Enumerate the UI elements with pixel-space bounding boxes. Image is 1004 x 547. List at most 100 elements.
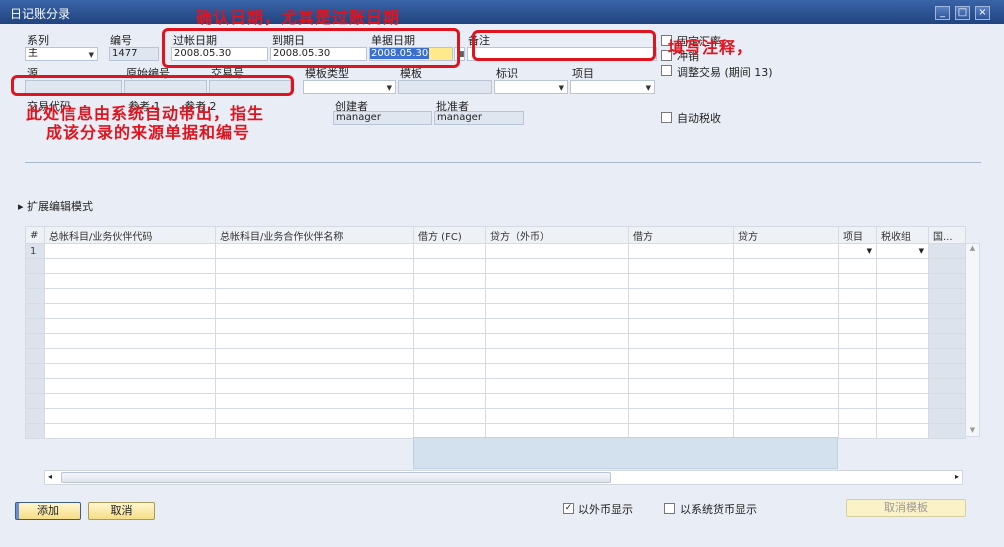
- table-cell[interactable]: [876, 363, 929, 379]
- table-cell[interactable]: [44, 333, 216, 349]
- table-cell[interactable]: [485, 318, 629, 334]
- table-cell[interactable]: [44, 378, 216, 394]
- table-cell[interactable]: [838, 348, 877, 364]
- table-cell[interactable]: [628, 393, 734, 409]
- table-cell[interactable]: [733, 288, 839, 304]
- table-cell[interactable]: [928, 288, 966, 304]
- table-cell[interactable]: [215, 378, 414, 394]
- table-cell[interactable]: [928, 258, 966, 274]
- table-cell[interactable]: [44, 408, 216, 424]
- table-row[interactable]: [25, 333, 966, 349]
- table-cell[interactable]: [876, 258, 929, 274]
- table-cell[interactable]: [928, 393, 966, 409]
- table-cell[interactable]: [628, 348, 734, 364]
- template-type-select[interactable]: [303, 80, 396, 94]
- table-cell[interactable]: [44, 303, 216, 319]
- table-cell[interactable]: [928, 408, 966, 424]
- close-button[interactable]: ×: [975, 6, 990, 20]
- table-cell[interactable]: [838, 273, 877, 289]
- table-cell[interactable]: [928, 243, 966, 259]
- table-cell[interactable]: [838, 363, 877, 379]
- table-row[interactable]: [25, 408, 966, 424]
- table-cell[interactable]: [733, 348, 839, 364]
- table-cell[interactable]: [215, 363, 414, 379]
- table-cell[interactable]: [413, 318, 486, 334]
- table-cell[interactable]: [485, 408, 629, 424]
- table-cell[interactable]: [628, 363, 734, 379]
- table-cell[interactable]: [876, 288, 929, 304]
- auto-tax-checkbox[interactable]: [661, 112, 672, 123]
- table-cell[interactable]: [215, 318, 414, 334]
- table-cell[interactable]: [215, 288, 414, 304]
- column-header[interactable]: 贷方（外币）: [485, 226, 629, 244]
- table-cell[interactable]: [928, 348, 966, 364]
- table-cell[interactable]: [413, 393, 486, 409]
- table-cell[interactable]: [628, 258, 734, 274]
- table-cell[interactable]: [485, 288, 629, 304]
- table-cell[interactable]: [628, 408, 734, 424]
- table-cell[interactable]: [485, 348, 629, 364]
- table-cell[interactable]: [928, 303, 966, 319]
- table-cell[interactable]: [838, 423, 877, 439]
- add-button[interactable]: 添加: [15, 502, 81, 520]
- table-cell[interactable]: [44, 393, 216, 409]
- scroll-right-icon[interactable]: ▸: [955, 472, 959, 481]
- table-cell[interactable]: [733, 303, 839, 319]
- table-cell[interactable]: [413, 363, 486, 379]
- table-cell[interactable]: [215, 393, 414, 409]
- dropdown-cell[interactable]: ▼: [838, 243, 877, 259]
- table-cell[interactable]: [44, 348, 216, 364]
- table-cell[interactable]: [44, 318, 216, 334]
- table-cell[interactable]: [876, 393, 929, 409]
- table-row[interactable]: [25, 378, 966, 394]
- table-cell[interactable]: [733, 273, 839, 289]
- table-cell[interactable]: [485, 333, 629, 349]
- table-row[interactable]: [25, 273, 966, 289]
- table-cell[interactable]: [215, 348, 414, 364]
- table-cell[interactable]: [733, 258, 839, 274]
- table-cell[interactable]: [838, 288, 877, 304]
- show-sys-checkbox[interactable]: [664, 503, 675, 514]
- table-cell[interactable]: [876, 273, 929, 289]
- maximize-button[interactable]: □: [955, 6, 970, 20]
- table-cell[interactable]: [413, 378, 486, 394]
- table-cell[interactable]: [733, 378, 839, 394]
- table-cell[interactable]: [928, 378, 966, 394]
- table-cell[interactable]: [838, 393, 877, 409]
- table-cell[interactable]: [838, 303, 877, 319]
- table-cell[interactable]: [838, 408, 877, 424]
- table-cell[interactable]: [928, 363, 966, 379]
- table-row[interactable]: [25, 318, 966, 334]
- table-cell[interactable]: [628, 333, 734, 349]
- table-cell[interactable]: [44, 363, 216, 379]
- table-cell[interactable]: [215, 303, 414, 319]
- scroll-thumb[interactable]: [61, 472, 611, 483]
- table-cell[interactable]: [215, 258, 414, 274]
- table-cell[interactable]: [733, 318, 839, 334]
- table-cell[interactable]: [628, 303, 734, 319]
- table-cell[interactable]: [838, 378, 877, 394]
- table-row[interactable]: 1 ▼ ▼: [25, 243, 966, 259]
- column-header[interactable]: 税收组: [876, 226, 929, 244]
- table-row[interactable]: [25, 393, 966, 409]
- indicator-select[interactable]: [494, 80, 568, 94]
- horizontal-scrollbar[interactable]: ◂ ▸: [44, 470, 963, 485]
- table-cell[interactable]: [928, 318, 966, 334]
- table-cell[interactable]: [928, 273, 966, 289]
- table-cell[interactable]: [413, 408, 486, 424]
- table-cell[interactable]: [876, 423, 929, 439]
- column-header[interactable]: #: [25, 226, 45, 244]
- table-cell[interactable]: [485, 363, 629, 379]
- scroll-left-icon[interactable]: ◂: [48, 472, 52, 481]
- expand-edit-mode[interactable]: ▸ 扩展编辑模式: [18, 198, 93, 214]
- table-cell[interactable]: [485, 258, 629, 274]
- table-cell[interactable]: [44, 423, 216, 439]
- table-cell[interactable]: [876, 408, 929, 424]
- table-cell[interactable]: [628, 378, 734, 394]
- table-cell[interactable]: [413, 348, 486, 364]
- table-cell[interactable]: [838, 318, 877, 334]
- table-row[interactable]: [25, 288, 966, 304]
- table-cell[interactable]: [44, 273, 216, 289]
- column-header[interactable]: 借方 (FC): [413, 226, 486, 244]
- dropdown-cell[interactable]: ▼: [876, 243, 929, 259]
